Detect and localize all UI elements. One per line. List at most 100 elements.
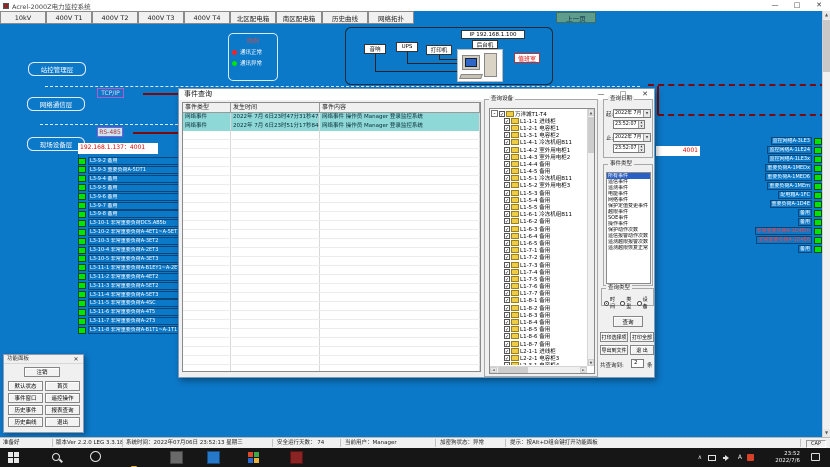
tree-vertical-scrollbar[interactable]: ▲ ▼: [587, 109, 594, 366]
scrollbar-thumb[interactable]: [823, 20, 830, 72]
left-device-row[interactable]: L3-11-3 非常重要负荷A-5ET2: [78, 282, 181, 290]
scrollbar-thumb[interactable]: [588, 117, 594, 153]
right-device-row[interactable]: 备用: [798, 209, 822, 217]
query-type-radio[interactable]: 设备: [637, 296, 650, 310]
exit-button[interactable]: 退 出: [630, 345, 654, 355]
checkbox-checked-icon[interactable]: ✓: [504, 276, 510, 282]
event-type-item[interactable]: 遥测越限恢复正常: [607, 245, 650, 251]
checkbox-checked-icon[interactable]: ✓: [504, 297, 510, 303]
event-table-row[interactable]: 网络事件2022年 7月 6日23时47分31秒477毫秒网络事件 操作员 Ma…: [183, 113, 480, 122]
left-device-row[interactable]: L3-11-1 非常重要负荷A-B1EY1~A-2ET5: [78, 264, 181, 272]
right-device-row[interactable]: 备用: [798, 218, 822, 226]
checkbox-checked-icon[interactable]: ✓: [504, 218, 510, 224]
tree-node-row[interactable]: ✓L2-3-1 电容柜4: [491, 362, 586, 365]
right-device-row[interactable]: 重要负荷A-1D4E: [770, 200, 823, 208]
checkbox-checked-icon[interactable]: ✓: [504, 233, 510, 239]
from-date-select[interactable]: 2022年 7月 5日 ▼: [613, 109, 651, 118]
dropdown-icon[interactable]: ▼: [643, 134, 650, 141]
checkbox-checked-icon[interactable]: ✓: [504, 190, 510, 196]
window-minimize-button[interactable]: —: [766, 0, 784, 11]
right-device-row[interactable]: 重要负荷A-1MED6: [765, 173, 822, 181]
function-button-2[interactable]: 首页: [45, 381, 80, 391]
menu-tab-9[interactable]: 网络拓扑: [368, 11, 414, 24]
query-type-radio[interactable]: 类型: [620, 296, 633, 310]
menu-tab-8[interactable]: 历史曲线: [322, 11, 368, 24]
checkbox-checked-icon[interactable]: ✓: [504, 197, 510, 203]
right-device-row[interactable]: 监控网络A-1LE24: [767, 146, 822, 154]
left-device-row[interactable]: L3-9-3 重要负荷A-5DT1: [78, 166, 181, 174]
to-time-input[interactable]: 23:52:07 ▲▼: [613, 144, 645, 153]
left-device-row[interactable]: L3-11-8 非常重要负荷A-B1T1~A-1T1: [78, 326, 181, 334]
checkbox-checked-icon[interactable]: ✓: [504, 175, 510, 181]
left-device-row[interactable]: L3-9-4 备用: [78, 175, 181, 183]
checkbox-checked-icon[interactable]: ✓: [504, 168, 510, 174]
right-device-row[interactable]: 非常重要负荷A-1D4Em: [755, 227, 822, 235]
query-button[interactable]: 查询: [613, 316, 643, 327]
scrollbar-thumb[interactable]: [498, 367, 528, 373]
left-device-row[interactable]: L3-9-8 备用: [78, 210, 181, 218]
window-maximize-button[interactable]: □: [788, 0, 806, 11]
left-device-row[interactable]: L3-11-6 非常重要负荷A-4T5: [78, 308, 181, 316]
spinner-icon[interactable]: ▲▼: [638, 145, 644, 152]
tray-display-icon[interactable]: [708, 455, 716, 461]
function-button-5[interactable]: 历史事件: [8, 405, 43, 415]
right-device-row[interactable]: 重要负荷A-1MEDx: [765, 164, 822, 172]
checkbox-checked-icon[interactable]: ✓: [504, 226, 510, 232]
to-date-select[interactable]: 2022年 7月 6日 ▼: [613, 133, 651, 142]
left-device-row[interactable]: L3-11-7 非常重要负荷A-2T3: [78, 317, 181, 325]
right-device-row[interactable]: 配电箱A-1FC: [778, 191, 822, 199]
tree-collapse-icon[interactable]: -: [491, 110, 498, 117]
col-event-type[interactable]: 事件类型: [183, 103, 231, 112]
checkbox-checked-icon[interactable]: ✓: [504, 118, 510, 124]
scroll-left-icon[interactable]: ◄: [490, 367, 497, 373]
right-device-row[interactable]: 重要负荷A-1MEm: [767, 182, 822, 190]
checkbox-checked-icon[interactable]: ✓: [504, 240, 510, 246]
menu-tab-2[interactable]: 400V T1: [46, 11, 92, 24]
left-device-row[interactable]: L3-9-7 备用: [78, 202, 181, 210]
notification-center-icon[interactable]: [811, 453, 820, 461]
left-device-row[interactable]: L3-10-4 非常重要负荷A-2ET3: [78, 246, 181, 254]
main-vertical-scrollbar[interactable]: ▲ ▼: [822, 11, 830, 437]
tray-volume-icon[interactable]: [723, 455, 730, 461]
scroll-down-icon[interactable]: ▼: [588, 359, 594, 366]
logout-button[interactable]: 注销: [24, 367, 60, 377]
scroll-right-icon[interactable]: ►: [580, 367, 587, 373]
checkbox-checked-icon[interactable]: ✓: [504, 305, 510, 311]
checkbox-checked-icon[interactable]: ✓: [504, 125, 510, 131]
menu-tab-1[interactable]: 10kV: [0, 11, 46, 24]
from-time-input[interactable]: 23:52:07 ▲▼: [613, 120, 645, 129]
checkbox-checked-icon[interactable]: ✓: [504, 290, 510, 296]
menu-tab-6[interactable]: 北区配电箱: [230, 11, 276, 24]
checkbox-checked-icon[interactable]: ✓: [504, 348, 510, 354]
right-device-row[interactable]: 监控网络A-1LE3x: [768, 155, 822, 163]
app-icon-2[interactable]: [207, 451, 220, 464]
menu-tab-3[interactable]: 400V T2: [92, 11, 138, 24]
checkbox-checked-icon[interactable]: ✓: [504, 269, 510, 275]
function-button-4[interactable]: 遥控操作: [45, 393, 80, 403]
event-table-row[interactable]: 网络事件2022年 7月 6日23时51分17秒846毫秒网络事件 操作员 Ma…: [183, 122, 480, 131]
function-button-6[interactable]: 报表查询: [45, 405, 80, 415]
function-button-1[interactable]: 默认状态: [8, 381, 43, 391]
left-device-row[interactable]: L3-11-4 非常重要负荷A-5ET3: [78, 291, 181, 299]
checkbox-checked-icon[interactable]: ✓: [504, 254, 510, 260]
print-all-button[interactable]: 打印全部: [630, 332, 654, 342]
checkbox-checked-icon[interactable]: ✓: [504, 355, 510, 361]
scroll-up-icon[interactable]: ▲: [823, 11, 830, 19]
scroll-up-icon[interactable]: ▲: [588, 109, 594, 116]
left-device-row[interactable]: L3-9-5 备用: [78, 184, 181, 192]
tree-horizontal-scrollbar[interactable]: ◄ ►: [490, 366, 587, 373]
function-panel-close-icon[interactable]: ✕: [71, 355, 81, 364]
checkbox-checked-icon[interactable]: ✓: [504, 204, 510, 210]
print-selected-button[interactable]: 打印选择项: [600, 332, 628, 342]
col-event-time[interactable]: 发生时间: [231, 103, 320, 112]
menu-tab-5[interactable]: 400V T4: [184, 11, 230, 24]
checkbox-checked-icon[interactable]: ✓: [504, 247, 510, 253]
right-device-row[interactable]: 备用: [798, 245, 822, 253]
scroll-down-icon[interactable]: ▼: [823, 429, 830, 437]
function-button-8[interactable]: 退出: [45, 417, 80, 427]
menu-tab-4[interactable]: 400V T3: [138, 11, 184, 24]
checkbox-checked-icon[interactable]: ✓: [499, 111, 505, 117]
left-device-row[interactable]: L3-10-1 非常重要负荷DC5.AB5b: [78, 219, 181, 227]
export-file-button[interactable]: 导出到文件: [600, 345, 628, 355]
checkbox-checked-icon[interactable]: ✓: [504, 211, 510, 217]
